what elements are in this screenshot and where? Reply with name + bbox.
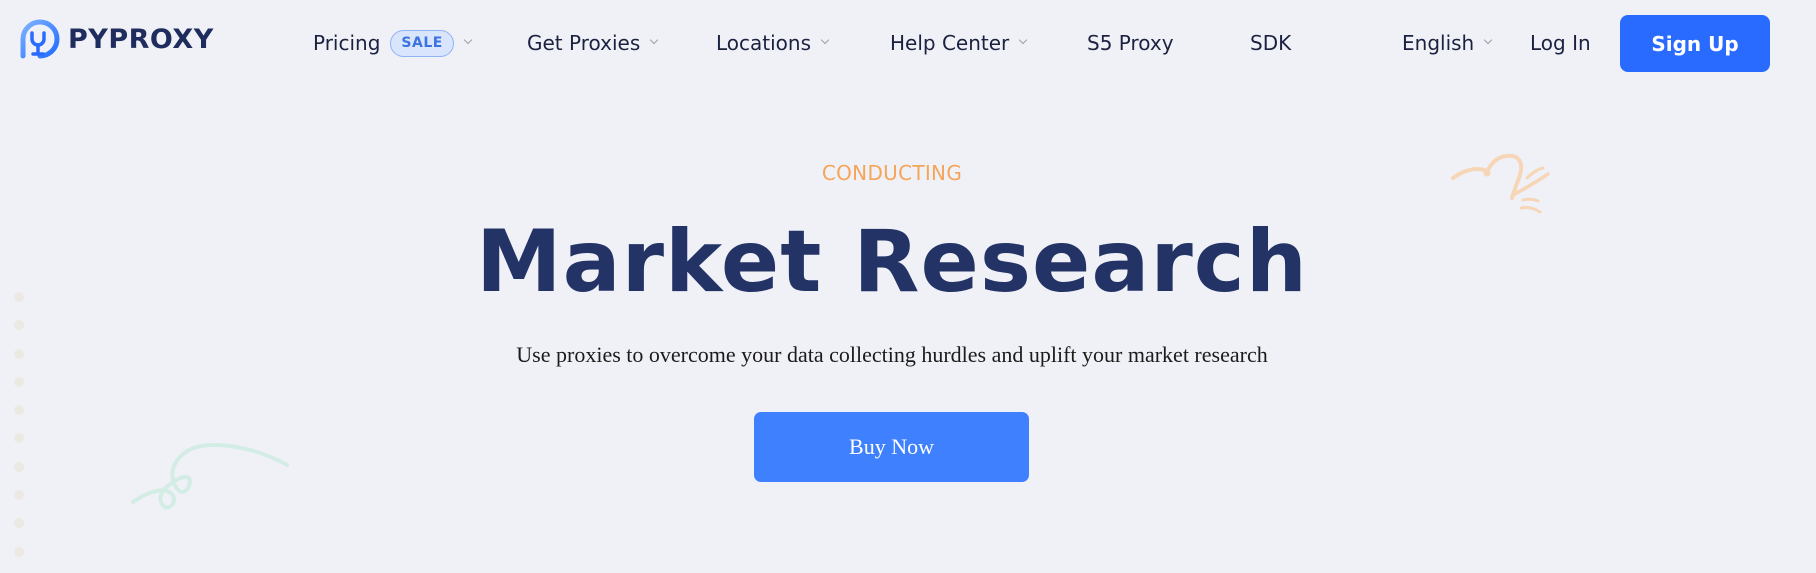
hero-eyebrow: CONDUCTING (821, 161, 963, 185)
teal-loop-squiggle-decoration (131, 443, 289, 510)
nav-item-get-proxies[interactable]: Get Proxies (527, 26, 659, 60)
buy-now-button[interactable]: Buy Now (754, 412, 1029, 482)
login-label: Log In (1530, 31, 1591, 55)
chevron-down-icon (1483, 35, 1493, 45)
login-link[interactable]: Log In (1530, 26, 1591, 60)
logo[interactable]: PYPROXY (19, 18, 214, 60)
nav-label: Locations (716, 31, 812, 55)
sale-badge: SALE (390, 29, 454, 57)
dotted-column-decoration (14, 292, 24, 573)
language-selector[interactable]: English (1402, 26, 1493, 60)
nav-label: S5 Proxy (1087, 31, 1174, 55)
chevron-down-icon (649, 35, 659, 45)
chevron-down-icon (1019, 35, 1028, 45)
nav-item-sdk[interactable]: SDK (1250, 26, 1291, 60)
chevron-down-icon (463, 35, 473, 45)
nav-label: Pricing (313, 31, 381, 55)
pyproxy-logo-icon (20, 19, 60, 59)
brand-name: PYPROXY (68, 23, 214, 55)
nav-label: SDK (1250, 31, 1292, 55)
nav-item-locations[interactable]: Locations (716, 26, 830, 60)
nav-label: Help Center (890, 31, 1010, 55)
hero-title: Market Research (476, 212, 1308, 312)
nav-item-help-center[interactable]: Help Center (890, 26, 1028, 60)
nav-label: Get Proxies (527, 31, 641, 55)
nav-item-s5-proxy[interactable]: S5 Proxy (1087, 26, 1174, 60)
language-label: English (1402, 31, 1475, 55)
site-header: PYPROXY Pricing SALE Get Proxies Locatio… (0, 0, 1816, 86)
chevron-down-icon (820, 35, 830, 45)
nav-item-pricing[interactable]: Pricing SALE (313, 26, 473, 60)
hero-subtitle: Use proxies to overcome your data collec… (516, 342, 1268, 367)
signup-button[interactable]: Sign Up (1620, 15, 1770, 72)
